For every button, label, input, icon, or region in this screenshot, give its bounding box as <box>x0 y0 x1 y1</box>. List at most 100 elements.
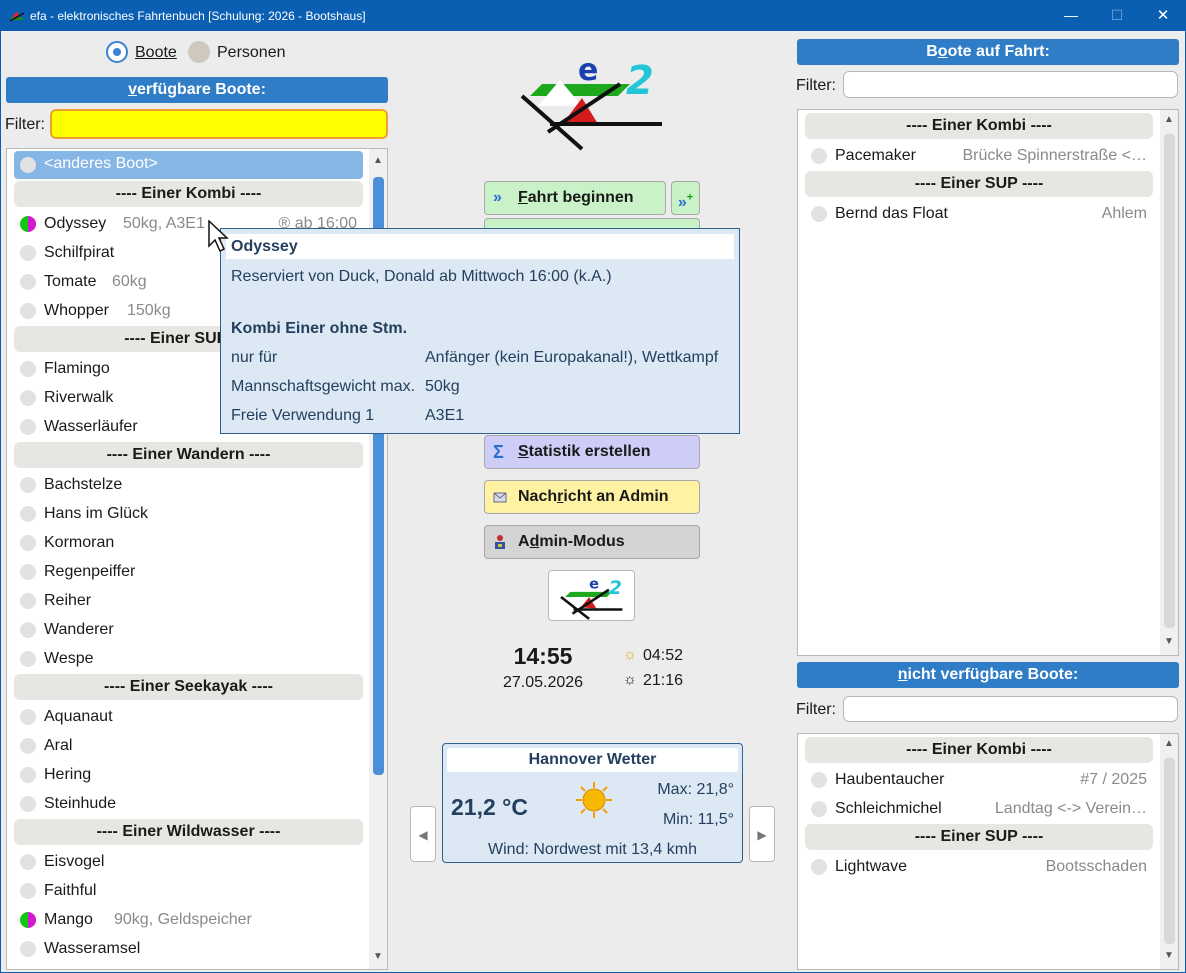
group-header: ---- Einer Kombi ---- <box>805 737 1153 763</box>
list-item[interactable]: Steinhude <box>14 789 363 818</box>
list-item[interactable]: Aquanaut <box>14 702 363 731</box>
weather-prev-button[interactable]: ◀ <box>410 806 436 862</box>
radio-persons[interactable] <box>188 41 210 63</box>
envelope-icon <box>493 481 507 513</box>
unavailable-filter-input[interactable] <box>843 696 1178 722</box>
status-dot <box>20 796 36 812</box>
other-boat-label: <anderes Boot> <box>44 155 158 172</box>
tooltip-value: A3E1 <box>425 407 465 424</box>
list-item[interactable]: Haubentaucher #7 / 2025 <box>805 765 1153 794</box>
unavailable-boats-list: ---- Einer Kombi ---- Haubentaucher #7 /… <box>797 733 1179 970</box>
left-filter-input[interactable] <box>50 109 388 139</box>
scroll-up-icon[interactable]: ▲ <box>370 155 386 166</box>
status-dot <box>20 419 36 435</box>
message-to-admin-button[interactable]: Nachricht an Admin <box>484 480 700 514</box>
tooltip-value: Anfänger (kein Europakanal!), Wettkampf <box>425 349 719 366</box>
status-dot <box>20 912 36 928</box>
boat-tooltip: Odyssey Reserviert von Duck, Donald ab M… <box>220 228 740 434</box>
sigma-icon: Σ <box>493 442 504 462</box>
status-dot <box>811 859 827 875</box>
status-dot <box>20 303 36 319</box>
status-dot <box>20 506 36 522</box>
radio-persons-label[interactable]: Personen <box>217 44 286 62</box>
group-header: ---- Einer Kombi ---- <box>805 113 1153 139</box>
svg-text:2: 2 <box>609 578 622 599</box>
unavailable-boats-header: nicht verfügbare Boote: <box>797 662 1179 688</box>
status-dot <box>20 593 36 609</box>
status-dot <box>20 854 36 870</box>
list-item[interactable]: Schleichmichel Landtag <-> Verein… <box>805 794 1153 823</box>
clock-time: 14:55 <box>513 643 573 669</box>
list-item[interactable]: Wanderer <box>14 615 363 644</box>
maximize-button[interactable]: ☐ <box>1094 0 1140 31</box>
status-dot <box>20 245 36 261</box>
efa-app-icon <box>9 11 25 22</box>
scroll-up-icon[interactable]: ▲ <box>1161 114 1177 125</box>
close-button[interactable]: ✕ <box>1140 0 1186 31</box>
tooltip-key: Freie Verwendung 1 <box>231 407 375 424</box>
svg-text:2: 2 <box>626 58 654 104</box>
list-item[interactable]: Lightwave Bootsschaden <box>805 852 1153 881</box>
minimize-button[interactable]: — <box>1048 0 1094 31</box>
list-item[interactable]: Regenpeiffer <box>14 557 363 586</box>
title-bar: efa - elektronisches Fahrtenbuch [Schulu… <box>0 0 1186 31</box>
list-item[interactable]: Hans im Glück <box>14 499 363 528</box>
admin-mode-button[interactable]: Admin-Modus <box>484 525 700 559</box>
radio-boats[interactable] <box>106 41 128 63</box>
scroll-thumb[interactable] <box>1164 134 1175 628</box>
left-filter-label: Filter: <box>5 116 45 133</box>
unavailable-filter-label: Filter: <box>796 701 836 718</box>
list-item[interactable]: Faithful <box>14 876 363 905</box>
list-item[interactable]: Wasseramsel <box>14 934 363 963</box>
list-item[interactable]: Hering <box>14 760 363 789</box>
scroll-up-icon[interactable]: ▲ <box>1161 738 1177 749</box>
scroll-down-icon[interactable]: ▼ <box>370 951 386 962</box>
tooltip-boat-type: Kombi Einer ohne Stm. <box>231 320 408 337</box>
list-item[interactable]: Bernd das Float Ahlem <box>805 199 1153 228</box>
svg-text:e: e <box>578 54 598 88</box>
sunrise-icon: ☼ <box>623 646 637 663</box>
about-logo-button[interactable]: e 2 <box>548 570 635 621</box>
group-header: ---- Einer Seekayak ---- <box>14 674 363 700</box>
status-dot <box>20 941 36 957</box>
weather-next-button[interactable]: ▶ <box>749 806 775 862</box>
list-item[interactable]: Kormoran <box>14 528 363 557</box>
tooltip-reservation: Reserviert von Duck, Donald ab Mittwoch … <box>231 268 612 285</box>
status-dot <box>20 361 36 377</box>
list-item[interactable]: Reiher <box>14 586 363 615</box>
list-item[interactable]: Eisvogel <box>14 847 363 876</box>
scroll-down-icon[interactable]: ▼ <box>1161 950 1177 961</box>
status-dot <box>811 206 827 222</box>
list-item[interactable]: Mango 90kg, Geldspeicher <box>14 905 363 934</box>
list-item[interactable]: Wespe <box>14 644 363 673</box>
group-header: ---- Einer Kombi ---- <box>14 181 363 207</box>
status-dot <box>811 148 827 164</box>
weather-min: Min: 11,5° <box>662 811 734 828</box>
sunset-time: 21:16 <box>643 672 684 689</box>
efa-logo: e 2 <box>520 54 662 151</box>
status-dot <box>20 709 36 725</box>
weather-temperature: 21,2 °C <box>451 794 528 820</box>
status-dot <box>20 883 36 899</box>
scroll-down-icon[interactable]: ▼ <box>1161 636 1177 647</box>
status-dot <box>20 216 36 232</box>
weather-wind: Wind: Nordwest mit 13,4 kmh <box>488 841 697 858</box>
list-item[interactable]: Bachstelze <box>14 470 363 499</box>
list-item[interactable]: Aral <box>14 731 363 760</box>
other-boat-row[interactable]: <anderes Boot> <box>14 151 363 179</box>
weather-title: Hannover Wetter <box>447 748 738 772</box>
scroll-thumb[interactable] <box>1164 758 1175 944</box>
list-item[interactable]: Pacemaker Brücke Spinnerstraße <… <box>805 141 1153 170</box>
on-trip-scrollbar[interactable]: ▲ ▼ <box>1160 110 1178 655</box>
on-trip-filter-input[interactable] <box>843 71 1178 98</box>
sun-icon <box>576 782 612 818</box>
unavailable-scrollbar[interactable]: ▲ ▼ <box>1160 734 1178 969</box>
start-trip-button[interactable]: » Fahrt beginnen <box>484 181 666 215</box>
late-entry-button[interactable]: »+ <box>671 181 700 215</box>
status-dot <box>20 767 36 783</box>
radio-boats-label[interactable]: Boote <box>135 44 177 62</box>
available-boats-header: verfügbare Boote: <box>6 77 388 103</box>
create-statistics-button[interactable]: Σ Statistik erstellen <box>484 435 700 469</box>
svg-text:e: e <box>589 576 599 593</box>
group-header: ---- Einer Wildwasser ---- <box>14 819 363 845</box>
